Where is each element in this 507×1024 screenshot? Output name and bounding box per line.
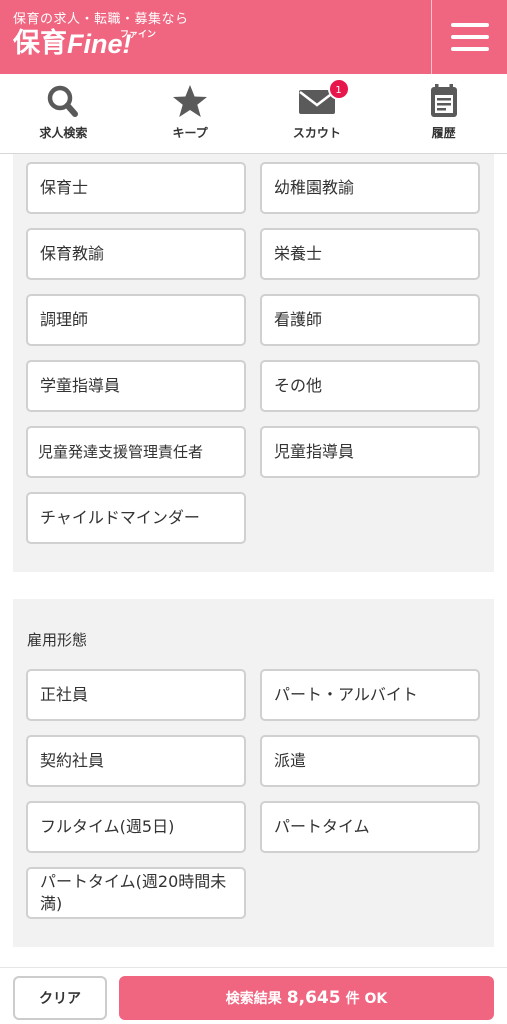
option-job-type[interactable]: 看護師 (260, 294, 480, 346)
option-job-type[interactable]: 学童指導員 (26, 360, 246, 412)
logo-text-jp: 保育 (13, 28, 67, 59)
option-employment-type[interactable]: パートタイム (260, 801, 480, 853)
logo-tagline: 保育の求人・転職・募集なら (13, 12, 189, 27)
option-job-type[interactable]: 調理師 (26, 294, 246, 346)
clear-button[interactable]: クリア (13, 976, 107, 1020)
calendar-icon (430, 84, 457, 117)
option-employment-type[interactable]: 契約社員 (26, 735, 246, 787)
job-type-panel: 保育士 幼稚園教諭 保育教諭 栄養士 調理師 看護師 学童指導員 その他 児童発… (13, 154, 494, 572)
option-job-type[interactable]: 保育士 (26, 162, 246, 214)
option-employment-type[interactable]: 派遣 (260, 735, 480, 787)
option-job-type[interactable]: 栄養士 (260, 228, 480, 280)
nav-item-scout[interactable]: 1 スカウト (254, 74, 381, 154)
result-prefix: 検索結果 (225, 991, 282, 1007)
option-employment-type[interactable]: パート・アルバイト (260, 669, 480, 721)
nav-item-keep[interactable]: キープ (127, 74, 254, 154)
option-job-type[interactable]: 児童発達支援管理責任者 (26, 426, 246, 478)
search-icon (48, 85, 79, 117)
star-icon (173, 85, 208, 117)
option-job-type[interactable]: 児童指導員 (260, 426, 480, 478)
nav-item-search[interactable]: 求人検索 (0, 74, 127, 154)
option-job-type[interactable]: 保育教諭 (26, 228, 246, 280)
logo-ruby: ファイン (120, 30, 157, 40)
app-header: 保育の求人・転職・募集なら 保育 Fine! ファイン (0, 0, 507, 74)
search-footer: クリア 検索結果 8,645 件 OK (0, 967, 507, 1024)
option-job-type[interactable]: チャイルドマインダー (26, 492, 246, 544)
option-job-type[interactable]: その他 (260, 360, 480, 412)
option-employment-type[interactable]: フルタイム(週5日) (26, 801, 246, 853)
hamburger-menu-button[interactable] (432, 0, 507, 74)
result-count: 8,645 (286, 988, 341, 1008)
main-nav: 求人検索 キープ 1 スカウト 履歴 (0, 74, 507, 154)
employment-type-panel: 雇用形態 正社員 パート・アルバイト 契約社員 派遣 フルタイム(週5日) パー… (13, 599, 494, 947)
option-employment-type[interactable]: パートタイム(週20時間未満) (26, 867, 246, 919)
search-results-ok-button[interactable]: 検索結果 8,645 件 OK (119, 976, 494, 1020)
nav-label-keep: キープ (172, 126, 208, 140)
nav-label-scout: スカウト (292, 126, 341, 140)
search-filter-content[interactable]: 保育士 幼稚園教諭 保育教諭 栄養士 調理師 看護師 学童指導員 その他 児童発… (0, 154, 507, 967)
nav-label-search: 求人検索 (39, 126, 88, 140)
employment-type-title: 雇用形態 (27, 631, 88, 649)
site-logo[interactable]: 保育の求人・転職・募集なら 保育 Fine! ファイン (13, 8, 189, 59)
scout-count-badge: 1 (327, 78, 350, 100)
nav-label-history: 履歴 (431, 126, 456, 140)
result-suffix: 件 OK (345, 991, 388, 1007)
option-employment-type[interactable]: 正社員 (26, 669, 246, 721)
nav-item-history[interactable]: 履歴 (380, 74, 507, 154)
hamburger-icon (450, 23, 489, 27)
option-job-type[interactable]: 幼稚園教諭 (260, 162, 480, 214)
